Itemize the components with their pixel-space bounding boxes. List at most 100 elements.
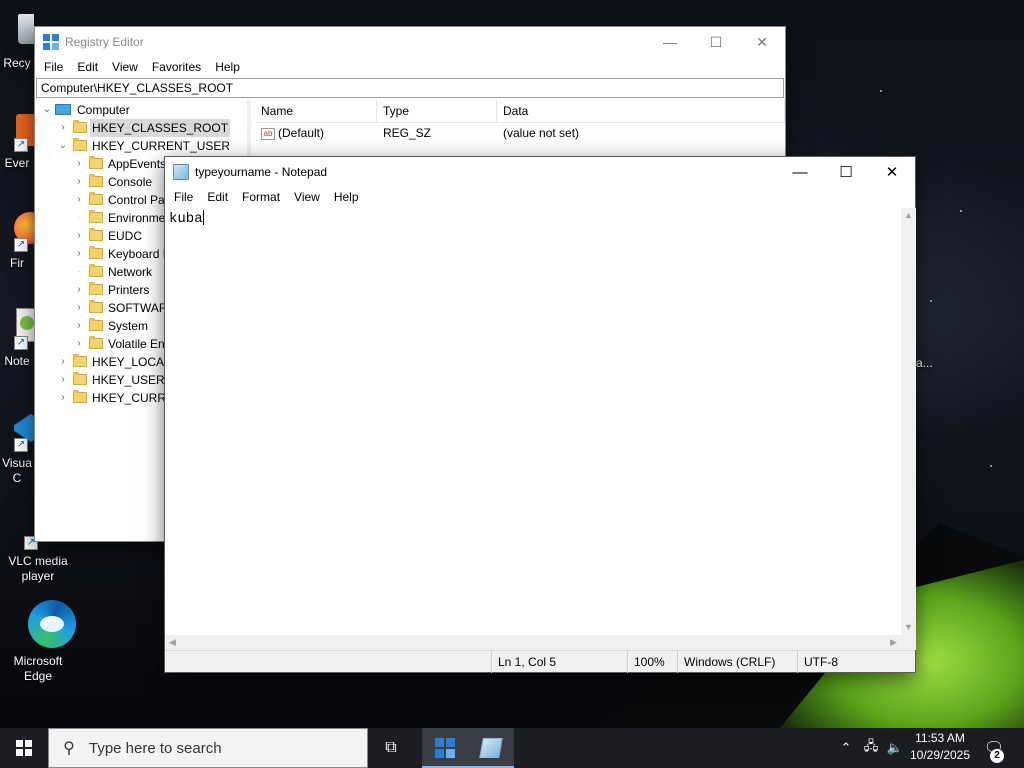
minimize-button[interactable]: — (777, 157, 823, 187)
chevron-right-icon[interactable]: › (73, 317, 85, 335)
chevron-right-icon[interactable]: › (73, 299, 85, 317)
taskbar-app-registry-editor[interactable] (422, 728, 468, 768)
chevron-right-icon[interactable]: › (73, 227, 85, 245)
tree-item-label: Computer (77, 103, 130, 117)
menu-file[interactable]: File (167, 187, 200, 207)
edge-icon (14, 600, 76, 650)
scroll-right-icon[interactable]: ▶ (886, 635, 901, 650)
desktop-icon-edge[interactable]: Microsoft Edge (0, 600, 76, 684)
scroll-left-icon[interactable]: ◀ (165, 635, 180, 650)
tree-item-label: Environme (108, 211, 166, 225)
value-type: REG_SZ (383, 126, 432, 140)
notepad-icon (479, 738, 503, 758)
column-header-data[interactable]: Data (497, 99, 785, 122)
scroll-down-icon[interactable]: ▼ (901, 620, 916, 635)
chevron-right-icon[interactable]: › (57, 119, 69, 137)
folder-icon (89, 300, 103, 313)
notepad-window[interactable]: typeyourname - Notepad — ☐ ✕ File Edit F… (164, 156, 916, 673)
show-hidden-icons-button[interactable]: ⌃ (836, 728, 856, 768)
chevron-right-icon[interactable]: › (73, 335, 85, 353)
registry-editor-titlebar[interactable]: Registry Editor — ☐ ✕ (35, 27, 785, 57)
close-button[interactable]: ✕ (739, 27, 785, 57)
maximize-button[interactable]: ☐ (693, 27, 739, 57)
chevron-down-icon[interactable]: ⌄ (41, 101, 53, 119)
everything-icon: ↗ (0, 108, 34, 152)
menu-format[interactable]: Format (235, 187, 287, 207)
tree-item-label: Network (108, 265, 153, 279)
tree-item-hkcr[interactable]: › HKEY_CLASSES_ROOT (35, 119, 247, 137)
tree-item-label: AppEvents (108, 157, 167, 171)
tree-item-label: Console (108, 175, 153, 189)
close-button[interactable]: ✕ (869, 157, 915, 187)
minimize-button[interactable]: — (647, 27, 693, 57)
maximize-button[interactable]: ☐ (823, 157, 869, 187)
notepad-titlebar[interactable]: typeyourname - Notepad — ☐ ✕ (165, 157, 915, 187)
chevron-right-icon[interactable]: › (73, 191, 85, 209)
tree-item-computer[interactable]: ⌄ Computer (35, 101, 247, 119)
desktop-icon-firefox[interactable]: ↗ Fir (0, 208, 34, 271)
menu-favorites[interactable]: Favorites (145, 57, 208, 77)
folder-icon (89, 318, 103, 331)
desktop-icon-label: Recy (3, 56, 31, 70)
chevron-right-icon[interactable]: › (73, 245, 85, 263)
list-item[interactable]: ab (Default) REG_SZ (value not set) (255, 123, 785, 143)
tree-item-hkcu[interactable]: ⌄ HKEY_CURRENT_USER (35, 137, 247, 155)
search-placeholder: Type here to search (89, 739, 222, 757)
menu-help[interactable]: Help (327, 187, 366, 207)
menu-edit[interactable]: Edit (200, 187, 235, 207)
chevron-right-icon[interactable]: › (57, 353, 69, 371)
menu-file[interactable]: File (37, 57, 70, 77)
taskbar-app-notepad[interactable] (468, 728, 514, 768)
notepad-icon (173, 164, 189, 180)
tree-item-label: HKEY_CURRENT_USER (92, 139, 231, 153)
folder-icon (73, 354, 87, 367)
registry-editor-menubar: File Edit View Favorites Help (35, 57, 785, 77)
visual-studio-code-icon: ↗ (0, 408, 34, 452)
chevron-right-icon[interactable]: › (73, 281, 85, 299)
menu-edit[interactable]: Edit (70, 57, 105, 77)
status-bar: Ln 1, Col 5 100% Windows (CRLF) UTF-8 (165, 650, 915, 673)
column-header-type[interactable]: Type (377, 99, 497, 122)
chevron-down-icon[interactable]: ⌄ (57, 137, 69, 155)
chevron-right-icon[interactable]: › (57, 371, 69, 389)
chevron-right-icon[interactable]: › (73, 173, 85, 191)
taskbar-search-box[interactable]: ⚲ Type here to search (48, 728, 368, 768)
window-title: Registry Editor (65, 35, 144, 49)
scroll-up-icon[interactable]: ▲ (901, 208, 916, 223)
chevron-right-icon[interactable]: › (57, 389, 69, 407)
horizontal-scrollbar[interactable]: ◀ ▶ (165, 635, 901, 650)
address-bar[interactable]: Computer\HKEY_CLASSES_ROOT (36, 78, 784, 98)
desktop-icon-recycle-bin[interactable]: Recy (0, 8, 34, 71)
desktop-icon-notepad-plus-plus[interactable]: ↗ Note (0, 306, 34, 369)
column-header-name[interactable]: Name (255, 99, 377, 122)
folder-icon (73, 372, 87, 385)
folder-icon (89, 210, 103, 223)
desktop-icon-vscode[interactable]: ↗ Visua C (0, 408, 34, 486)
start-button[interactable] (0, 728, 48, 768)
shortcut-arrow-icon: ↗ (14, 336, 28, 350)
folder-icon (89, 246, 103, 259)
list-header: Name Type Data (255, 99, 785, 123)
tree-item-label: HKEY_CLASSES_ROOT (90, 119, 231, 137)
network-tray-button[interactable]: 🖧 (860, 728, 882, 768)
menu-help[interactable]: Help (208, 57, 247, 77)
folder-icon (89, 264, 103, 277)
shortcut-arrow-icon: ↗ (14, 138, 28, 152)
notification-count-badge: 2 (990, 749, 1004, 763)
registry-editor-icon (435, 738, 455, 758)
vertical-scrollbar[interactable]: ▲ ▼ (901, 208, 916, 635)
task-view-button[interactable]: ⧉ (368, 728, 414, 768)
desktop-icon-everything[interactable]: ↗ Ever (0, 108, 34, 171)
tree-item-label: Control Pa (108, 193, 165, 207)
tree-item-label: System (108, 319, 149, 333)
taskbar-clock[interactable]: 11:53 AM 10/29/2025 (900, 730, 980, 764)
status-encoding: UTF-8 (797, 651, 913, 673)
menu-view[interactable]: View (287, 187, 327, 207)
menu-view[interactable]: View (105, 57, 145, 77)
taskbar: ⚲ Type here to search ⧉ ⌃ 🖧 🔈 11:53 AM 1… (0, 728, 1024, 768)
chevron-right-icon[interactable]: › (73, 155, 85, 173)
tree-item-label: Printers (108, 283, 150, 297)
folder-icon (89, 192, 103, 205)
text-editor-area[interactable]: kuba (165, 208, 900, 635)
shortcut-arrow-icon: ↗ (14, 238, 28, 252)
